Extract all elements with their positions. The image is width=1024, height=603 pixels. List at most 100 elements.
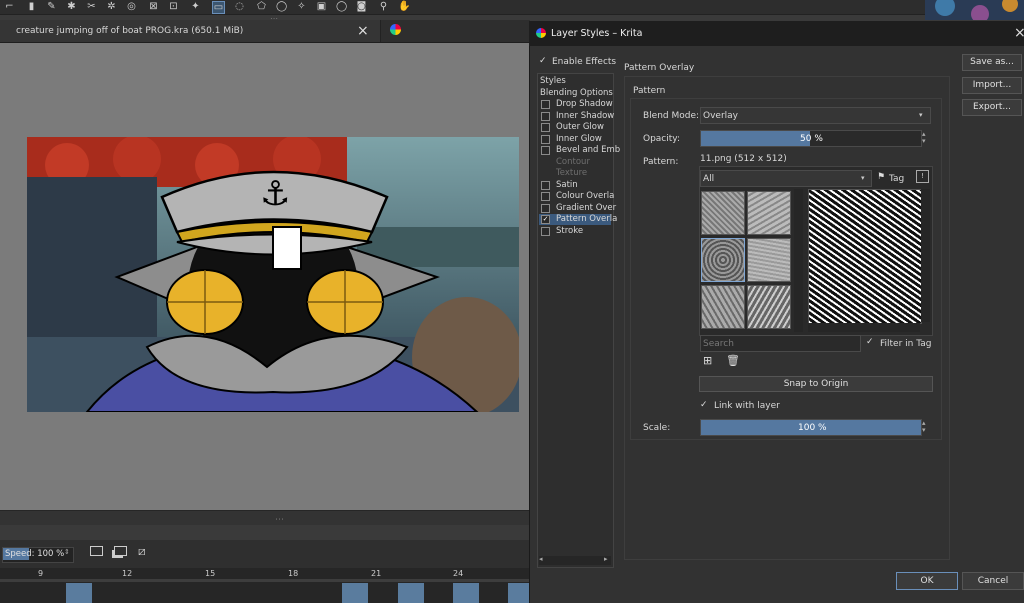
speed-display: Speed: 100 % (5, 549, 64, 559)
keyframe-cell[interactable] (398, 583, 424, 603)
chevron-down-icon[interactable]: ▾ (919, 111, 923, 119)
filter-in-tag-label: Filter in Tag (880, 339, 932, 349)
drop-frames-icon[interactable] (114, 546, 127, 556)
tag-button[interactable]: Tag (889, 174, 904, 184)
style-item[interactable]: Inner Glow (539, 134, 611, 145)
snap-to-origin-button[interactable]: Snap to Origin (699, 376, 933, 392)
style-item-label: Gradient Over (556, 202, 617, 213)
style-item-label: Pattern Overla (556, 214, 618, 224)
import-resource-icon[interactable]: ⊞ (703, 354, 712, 367)
style-item[interactable]: Inner Shadow (539, 111, 614, 122)
pattern-thumbnail[interactable] (701, 191, 745, 235)
style-item[interactable]: Stroke (539, 226, 611, 237)
preview-vscrollbar[interactable] (921, 189, 930, 322)
rect-select-tool-icon[interactable]: ▭ (212, 1, 225, 14)
no-audio-icon[interactable]: ⧄ (138, 544, 146, 559)
style-item[interactable]: Bevel and Emb (539, 145, 620, 156)
measure-tool-icon[interactable]: ⊠ (148, 1, 159, 12)
style-item[interactable]: Styles (539, 76, 611, 87)
ok-button[interactable]: OK (896, 572, 958, 590)
pattern-thumbnail[interactable] (747, 285, 791, 329)
magic-wand-tool-icon[interactable]: ✧ (296, 1, 307, 12)
tag-filter-value: All (703, 174, 715, 184)
style-checkbox[interactable] (541, 111, 550, 121)
timeline-tick: 15 (205, 569, 216, 578)
close-tab-icon[interactable]: × (357, 23, 369, 39)
delete-resource-icon[interactable]: 🗑 (726, 354, 740, 367)
filter-in-tag-check-icon[interactable]: ✓ (866, 337, 874, 347)
section-title: Pattern Overlay (624, 63, 695, 73)
style-item[interactable]: Drop Shadow (539, 99, 613, 110)
pattern-thumbnail[interactable] (747, 238, 791, 282)
style-checkbox-checked[interactable]: ✓ (541, 215, 550, 224)
keyframe-cell[interactable] (342, 583, 368, 603)
pattern-thumbnail[interactable] (701, 285, 745, 329)
assistant-tool-icon[interactable]: ◎ (126, 1, 137, 12)
pattern-group-title: Pattern (633, 86, 666, 96)
style-checkbox[interactable] (541, 134, 550, 144)
style-checkbox[interactable] (541, 226, 550, 236)
style-item[interactable]: Outer Glow (539, 122, 611, 133)
ellipse-select-tool-icon[interactable]: ◌ (234, 1, 245, 12)
keyframe-cell[interactable] (453, 583, 479, 603)
onion-skin-icon[interactable] (90, 546, 103, 556)
style-checkbox[interactable] (541, 123, 550, 132)
keyframe-cell[interactable] (66, 583, 92, 603)
styles-list-scrollbar[interactable] (539, 556, 611, 565)
style-item[interactable]: Contour (539, 157, 611, 168)
magnetic-select-tool-icon[interactable]: ◙ (356, 1, 367, 12)
style-checkbox[interactable] (541, 203, 550, 213)
chevron-down-icon[interactable]: ▾ (861, 174, 865, 182)
scroll-right-icon[interactable]: ▸ (604, 555, 608, 563)
colorize-tool-icon[interactable]: ✲ (106, 1, 117, 12)
save-as-button[interactable]: Save as... (962, 54, 1022, 71)
style-checkbox[interactable] (541, 180, 550, 190)
dialog-close-icon[interactable]: × (1014, 25, 1024, 41)
style-item[interactable]: Satin (539, 180, 611, 191)
opacity-spin-arrows-icon[interactable]: ▴ ▾ (922, 131, 926, 145)
import-button[interactable]: Import... (962, 77, 1022, 94)
preview-hscrollbar[interactable] (808, 323, 920, 332)
animation-timeline-toolbar (0, 540, 530, 568)
style-item[interactable]: Blending Options (539, 88, 613, 99)
tag-icon[interactable]: ⚑ (877, 172, 885, 182)
scale-spin-arrows-icon[interactable]: ▴ ▾ (922, 420, 926, 434)
style-item[interactable]: Colour Overla (539, 191, 614, 202)
pattern-thumbnail-selected[interactable] (701, 238, 745, 282)
style-checkbox[interactable] (541, 100, 550, 109)
style-item[interactable]: Texture (539, 168, 611, 179)
timeline-track-line (0, 579, 530, 582)
style-item[interactable]: Gradient Over (539, 203, 616, 214)
pin-tool-icon[interactable]: ✦ (190, 1, 201, 12)
tag-filter-select[interactable] (700, 170, 872, 187)
fill-tool-icon[interactable]: ▮ (26, 1, 37, 12)
bezier-select-tool-icon[interactable]: ◯ (336, 1, 347, 12)
pattern-grid-scrollbar[interactable] (794, 189, 803, 332)
brush-tool-icon[interactable]: ✎ (46, 1, 57, 12)
similar-select-tool-icon[interactable]: ▣ (316, 1, 327, 12)
freehand-select-tool-icon[interactable]: ◯ (276, 1, 287, 12)
crop-tool-icon[interactable]: ⌐ (4, 1, 15, 12)
pattern-thumbnail[interactable] (747, 191, 791, 235)
link-with-layer-check-icon[interactable]: ✓ (700, 400, 708, 410)
svg-text:⚓: ⚓ (260, 174, 290, 214)
docker-splitter[interactable] (0, 510, 530, 525)
style-item[interactable]: ✓ Pattern Overla (539, 214, 617, 225)
multibrush-tool-icon[interactable]: ✱ (66, 1, 77, 12)
polygon-select-tool-icon[interactable]: ⬠ (256, 1, 267, 12)
keyframe-cell[interactable] (508, 583, 530, 603)
export-button[interactable]: Export... (962, 99, 1022, 116)
speed-spin-arrows-icon[interactable]: ⇕ (64, 548, 70, 556)
enable-effects-check-icon[interactable]: ✓ (539, 56, 547, 66)
style-item-label: Drop Shadow (556, 99, 613, 109)
smart-patch-tool-icon[interactable]: ✂ (86, 1, 97, 12)
splitter-grip[interactable]: ⋯ (275, 515, 284, 525)
reference-tool-icon[interactable]: ⊡ (168, 1, 179, 12)
info-icon[interactable]: ! (916, 170, 929, 183)
cancel-button[interactable]: Cancel (962, 572, 1024, 590)
style-checkbox[interactable] (541, 146, 550, 155)
zoom-tool-icon[interactable]: ⚲ (378, 1, 389, 12)
pan-tool-icon[interactable]: ✋ (398, 1, 410, 12)
style-checkbox[interactable] (541, 192, 550, 201)
scroll-left-icon[interactable]: ◂ (539, 555, 543, 563)
